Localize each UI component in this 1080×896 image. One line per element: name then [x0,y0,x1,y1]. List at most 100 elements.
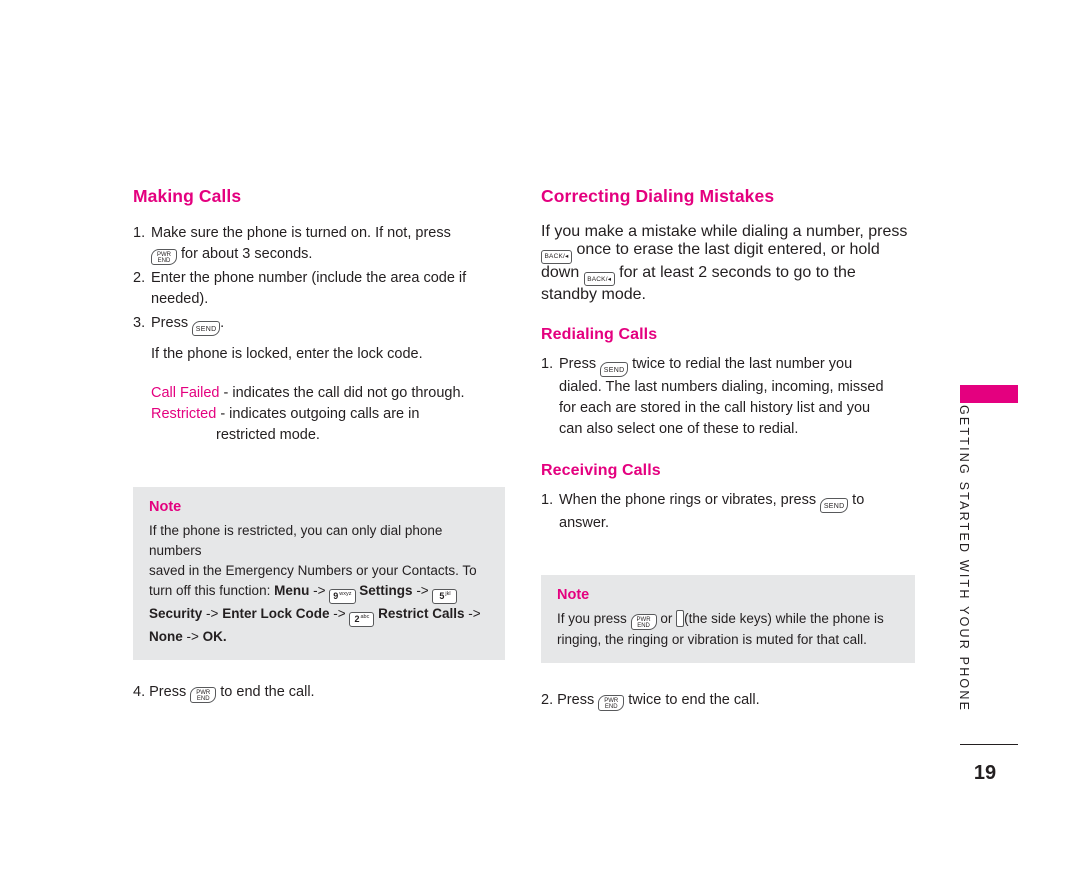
arrow: -> [186,629,199,644]
page-number: 19 [973,762,997,784]
note-line-2: ringing, the ringing or vibration is mut… [557,631,867,647]
enter-lock-code-label: Enter Lock Code [222,606,330,621]
redialing-steps: 1. Press SEND twice to redial the last n… [541,354,916,440]
receiving-steps: 1. When the phone rings or vibrates, pre… [541,490,916,534]
menu-label: Menu [274,583,310,598]
arrow: -> [416,583,429,598]
note-line-2: saved in the Emergency Numbers or your C… [149,563,477,578]
section-tab-bar [960,385,1018,403]
key-9-digit: 9 [333,591,339,601]
note-line-1-prefix: If you press [557,611,627,626]
lock-code-note: If the phone is locked, enter the lock c… [151,346,423,362]
step-text-after: to [852,492,865,508]
key-5-digit: 5 [439,591,445,601]
settings-label: Settings [359,583,413,598]
list-item: 2. Enter the phone number (include the a… [133,268,508,310]
arrow: -> [206,606,219,621]
list-item: 1. Make sure the phone is turned on. If … [133,223,508,265]
step-text: Press [559,356,597,372]
step-number: 1. [133,225,146,241]
key-2-icon: 2abc [349,612,375,627]
arrow: -> [333,606,346,621]
restricted-text: - indicates outgoing calls are in [220,406,420,422]
ok-label: OK. [202,629,227,644]
step-text: Make sure the phone is turned on. If not… [151,225,451,241]
note-title: Note [149,499,182,515]
key-2-digit: 2 [354,614,360,624]
note-line-3-prefix: turn off this function: [149,583,271,598]
step-number: 2. [133,270,146,286]
making-calls-steps: 1. Make sure the phone is turned on. If … [133,223,508,336]
call-failed-text: - indicates the call did not go through. [223,385,465,401]
intro-line-1: If you make a mistake while dialing a nu… [541,223,908,240]
making-calls-heading: Making Calls [133,186,242,206]
none-label: None [149,629,183,644]
note-body: If the phone is restricted, you can only… [149,521,489,647]
step-number: 3. [133,315,146,331]
note-line-1-suffix: (the side keys) while the phone is [684,611,884,626]
call-failed-line: Call Failed - indicates the call did not… [133,383,508,404]
restricted-line: Restricted - indicates outgoing calls ar… [133,404,508,425]
intro-line-2: once to erase the last digit entered, or… [576,241,880,258]
step-text: Press [151,315,189,331]
note-box-left: Note If the phone is restricted, you can… [133,487,505,660]
right-column: Correcting Dialing Mistakes If you make … [541,186,916,537]
key-5-letters: jkl [445,591,451,597]
intro-line-3-before: down [541,263,580,281]
step-number: 1. [541,492,554,508]
step-line-2: answer. [559,515,609,531]
section-side-label: GETTING STARTED WITH YOUR PHONE [957,405,971,713]
note-or: or [660,611,673,626]
step-text: Press [149,684,187,700]
restricted-text-cont: restricted mode. [216,427,320,443]
page-number-rule [960,744,1018,745]
step-text: When the phone rings or vibrates, press [559,492,817,508]
key-2-letters: abc [360,614,370,620]
step-text-after: to end the call. [220,684,315,700]
end-key-icon: PWR END [630,613,657,630]
arrow: -> [313,583,326,598]
side-key-icon [676,610,685,627]
end-key-icon: PWR END [190,686,217,703]
step-text-after: for about 3 seconds. [181,246,313,262]
note-title: Note [557,587,590,603]
manual-page: Making Calls 1. Make sure the phone is t… [0,0,1080,896]
redialing-calls-heading: Redialing Calls [541,326,658,343]
security-label: Security [149,606,203,621]
send-key-icon: SEND [192,321,221,336]
step-text-after: . [220,315,225,331]
step-text: Enter the phone number (include the area… [151,270,467,307]
step-line-2: dialed. The last numbers dialing, incomi… [559,379,884,395]
back-key-icon: BACK/◂ [583,272,615,286]
step-text-after: twice to redial the last number you [632,356,853,372]
end-call-step: 4. Press PWR END to end the call. [133,682,508,703]
note-line-1: If the phone is restricted, you can only… [149,523,443,558]
step-line-4: can also select one of these to redial. [559,421,799,437]
left-column: Making Calls 1. Make sure the phone is t… [133,186,508,446]
intro-line-3-after: for at least 2 seconds to go to the [619,263,856,281]
key-9-letters: wxyz [339,591,352,597]
end-call-step-right: 2. Press PWR END twice to end the call. [541,690,916,711]
restrict-calls-label: Restrict Calls [378,606,465,621]
step-text-after: twice to end the call. [628,692,760,708]
key-5-icon: 5jkl [432,589,458,604]
send-key-icon: SEND [600,362,629,377]
send-key-icon: SEND [820,498,849,513]
step-number: 1. [541,356,554,372]
step-text: Press [557,692,595,708]
end-key-icon: PWR END [598,694,625,711]
correcting-dialing-body: If you make a mistake while dialing a nu… [541,223,916,304]
list-item: 1. Press SEND twice to redial the last n… [541,354,916,440]
arrow: -> [468,606,481,621]
call-failed-label: Call Failed [151,385,220,401]
correcting-dialing-heading: Correcting Dialing Mistakes [541,186,775,206]
step-number: 4. [133,684,146,700]
receiving-calls-heading: Receiving Calls [541,462,661,479]
note-body: If you press PWR END or (the side keys) w… [557,609,899,650]
list-item: 1. When the phone rings or vibrates, pre… [541,490,916,534]
list-item: 3. Press SEND. [133,313,508,336]
intro-line-4: standby mode. [541,286,646,303]
restricted-label: Restricted [151,406,217,422]
end-key-icon: PWR END [151,248,177,265]
note-box-right: Note If you press PWR END or (the side ke… [541,575,915,663]
